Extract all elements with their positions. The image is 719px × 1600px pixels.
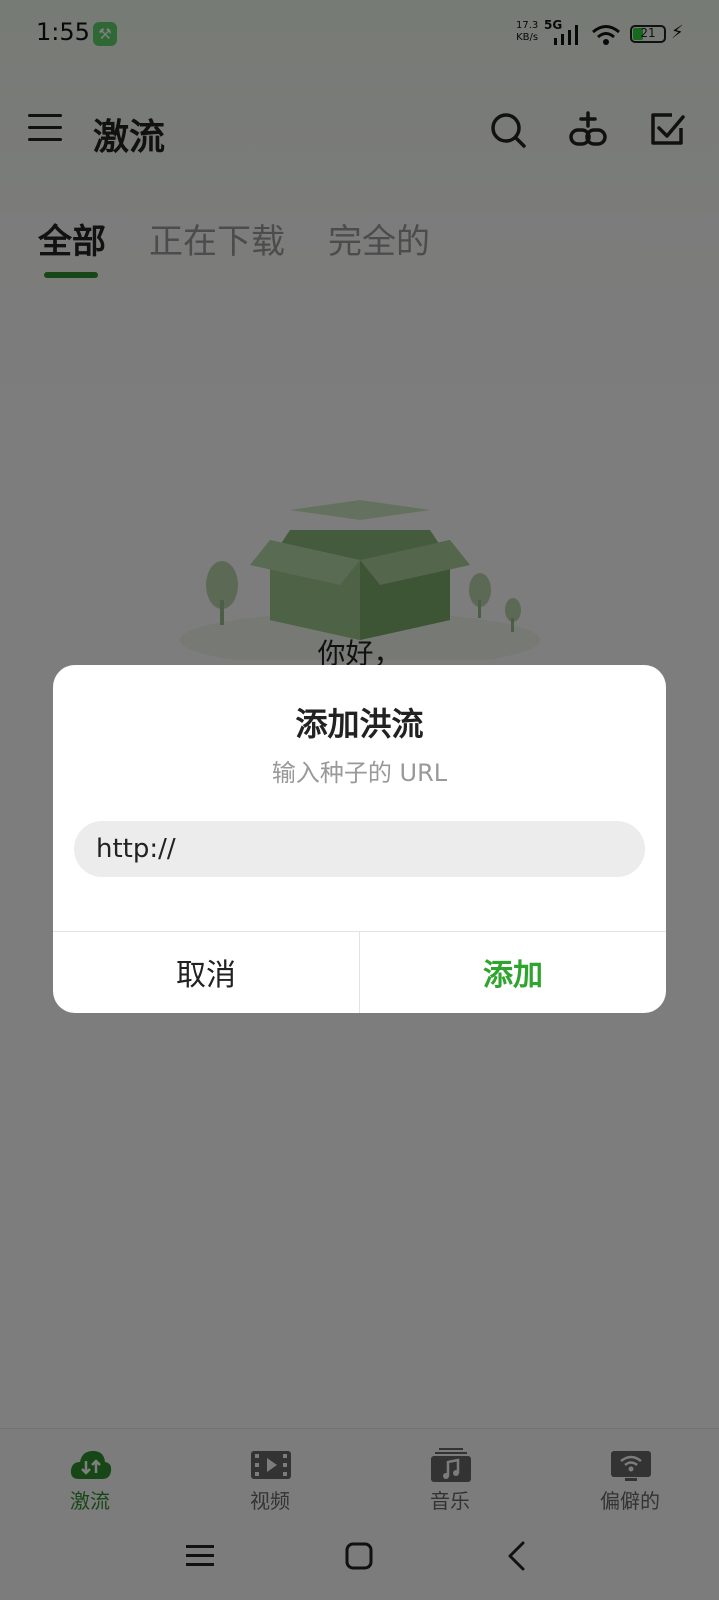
- add-button[interactable]: 添加: [360, 931, 666, 1013]
- cancel-button[interactable]: 取消: [53, 931, 359, 1013]
- dialog-subtitle: 输入种子的 URL: [271, 759, 448, 787]
- app-screen: 1:55 ⚒ 17.3 KB/s 5G 21 ⚡ 激流: [0, 0, 719, 1600]
- url-input[interactable]: [74, 821, 645, 877]
- dialog-title: 添加洪流: [295, 705, 424, 743]
- add-torrent-dialog: 添加洪流 输入种子的 URL 取消 添加: [53, 665, 666, 1013]
